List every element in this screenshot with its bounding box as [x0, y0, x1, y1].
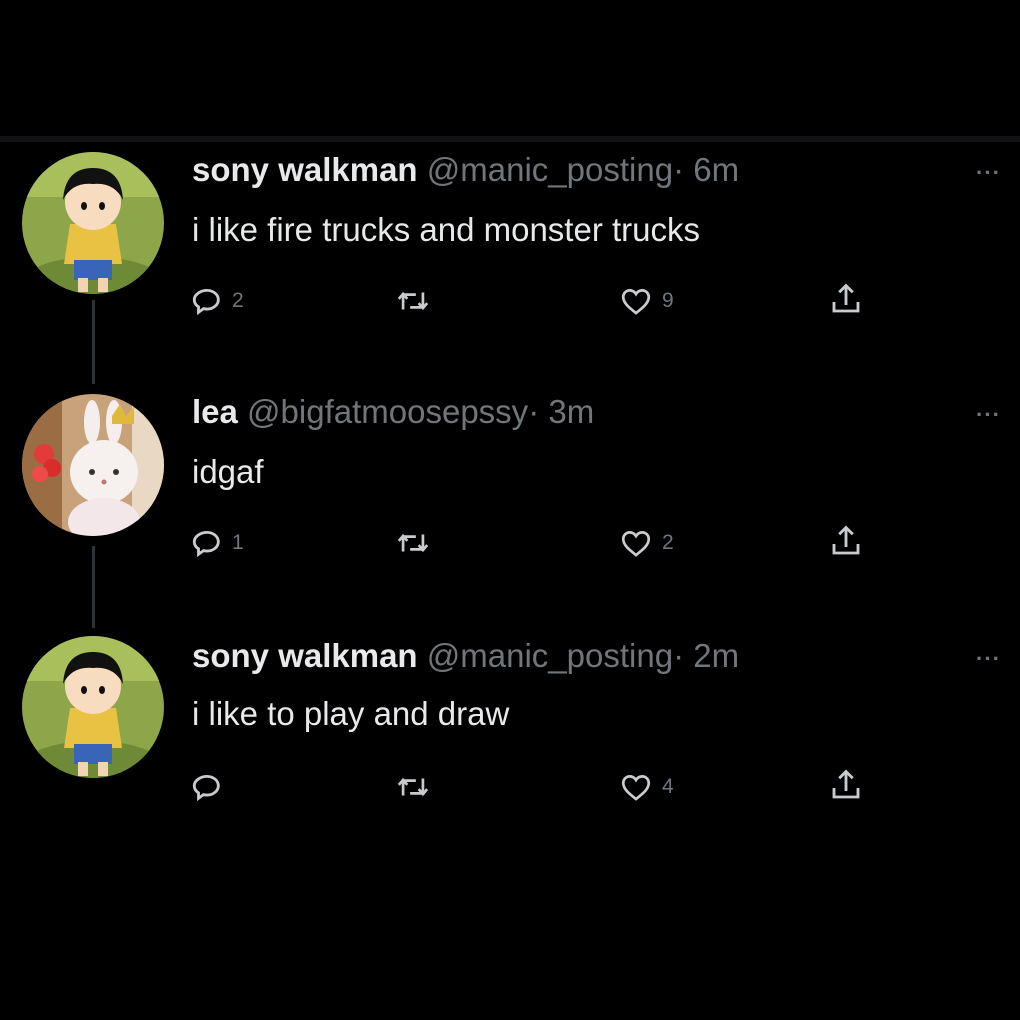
heart-icon	[621, 531, 651, 557]
display-name[interactable]: lea	[192, 393, 238, 430]
share-icon	[832, 283, 860, 313]
user-handle[interactable]: @bigfatmoosepssy	[247, 393, 528, 430]
tweet-text: i like fire trucks and monster trucks	[192, 211, 700, 248]
like-button[interactable]: 4	[618, 770, 674, 804]
reply-button[interactable]: 1	[190, 526, 244, 560]
tweet-header: lea @bigfatmoosepssy· 3m	[192, 392, 594, 432]
share-button[interactable]	[828, 766, 864, 804]
more-options-icon[interactable]: ···	[976, 160, 1001, 186]
retweet-icon	[397, 291, 429, 311]
tweet-header: sony walkman @manic_posting· 2m	[192, 636, 739, 676]
heart-icon	[621, 289, 651, 315]
avatar[interactable]	[22, 636, 164, 778]
timestamp[interactable]: 3m	[548, 393, 594, 430]
separator-dot: ·	[673, 151, 685, 188]
avatar-image	[22, 636, 164, 778]
retweet-button[interactable]	[396, 526, 438, 560]
timestamp[interactable]: 2m	[693, 637, 739, 674]
top-divider	[0, 136, 1020, 142]
like-count: 9	[662, 289, 674, 312]
tweet-header: sony walkman @manic_posting· 6m	[192, 150, 739, 190]
avatar[interactable]	[22, 394, 164, 536]
retweet-button[interactable]	[396, 770, 438, 804]
user-handle[interactable]: @manic_posting	[427, 151, 673, 188]
tweet[interactable]: lea @bigfatmoosepssy· 3m idgaf ··· 1 2	[0, 390, 1020, 580]
display-name[interactable]: sony walkman	[192, 151, 418, 188]
retweet-icon	[397, 533, 429, 553]
reply-icon	[192, 774, 220, 802]
reply-icon	[192, 530, 220, 558]
reply-button[interactable]	[190, 770, 232, 804]
like-count: 4	[662, 775, 674, 798]
tweet[interactable]: sony walkman @manic_posting· 2m i like t…	[0, 634, 1020, 824]
like-count: 2	[662, 531, 674, 554]
more-options-icon[interactable]: ···	[976, 402, 1001, 428]
reply-count: 1	[232, 531, 244, 554]
tweet-text: i like to play and draw	[192, 695, 510, 732]
reply-icon	[192, 288, 220, 316]
reply-button[interactable]: 2	[190, 284, 244, 318]
like-button[interactable]: 9	[618, 284, 674, 318]
retweet-button[interactable]	[396, 284, 438, 318]
tweet-text: idgaf	[192, 453, 264, 490]
separator-dot: ·	[673, 637, 685, 674]
timestamp[interactable]: 6m	[693, 151, 739, 188]
share-icon	[832, 525, 860, 555]
timeline: sony walkman @manic_posting· 6m i like f…	[0, 0, 1020, 1020]
tweet[interactable]: sony walkman @manic_posting· 6m i like f…	[0, 148, 1020, 338]
share-button[interactable]	[828, 280, 864, 318]
user-handle[interactable]: @manic_posting	[427, 637, 673, 674]
avatar[interactable]	[22, 152, 164, 294]
share-icon	[832, 769, 860, 799]
like-button[interactable]: 2	[618, 526, 674, 560]
more-options-icon[interactable]: ···	[976, 646, 1001, 672]
reply-count: 2	[232, 289, 244, 312]
separator-dot: ·	[528, 393, 540, 430]
retweet-icon	[397, 777, 429, 797]
share-button[interactable]	[828, 522, 864, 560]
avatar-image	[22, 152, 164, 294]
avatar-image	[22, 394, 164, 536]
display-name[interactable]: sony walkman	[192, 637, 418, 674]
heart-icon	[621, 775, 651, 801]
